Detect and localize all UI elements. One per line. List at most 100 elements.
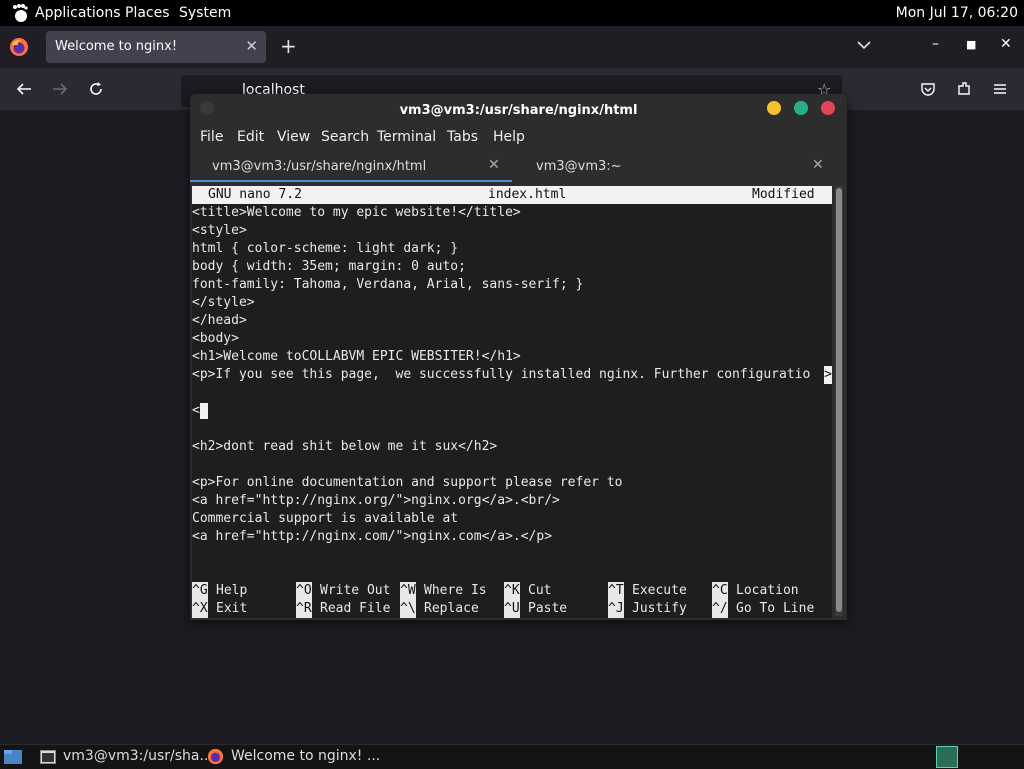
terminal-menubar: File Edit View Search Terminal Tabs Help bbox=[190, 124, 847, 150]
menu-file[interactable]: File bbox=[200, 129, 223, 145]
bottom-panel: vm3@vm3:/usr/sha... Welcome to nginx! ..… bbox=[0, 744, 1024, 769]
show-desktop-icon[interactable] bbox=[3, 748, 23, 766]
terminal-scrollbar[interactable] bbox=[835, 186, 843, 616]
forward-icon[interactable] bbox=[51, 80, 69, 98]
shortcut-label: Where Is bbox=[424, 583, 487, 598]
shortcut-key: ^X bbox=[192, 600, 208, 618]
browser-tab-bar: Welcome to nginx! ✕ + – ■ ✕ bbox=[0, 26, 1024, 68]
shortcut-label: Read File bbox=[320, 601, 391, 616]
shortcut-label: Help bbox=[216, 583, 248, 598]
terminal-app-icon bbox=[40, 750, 56, 764]
firefox-icon bbox=[207, 748, 224, 765]
terminal-tab-label: vm3@vm3:/usr/share/nginx/html bbox=[212, 159, 427, 174]
nano-line[interactable]: html { color-scheme: light dark; } bbox=[192, 240, 458, 258]
menu-applications[interactable]: Applications bbox=[35, 5, 121, 21]
menu-help[interactable]: Help bbox=[493, 129, 525, 145]
nano-status: Modified bbox=[752, 187, 815, 202]
shortcut-label: Replace bbox=[424, 601, 479, 616]
reload-icon[interactable] bbox=[87, 80, 105, 98]
minimize-icon[interactable]: – bbox=[932, 36, 939, 52]
shortcut-key: ^T bbox=[608, 582, 624, 600]
menu-tabs[interactable]: Tabs bbox=[447, 129, 478, 145]
shortcut-key: ^R bbox=[296, 600, 312, 618]
nano-filename: index.html bbox=[488, 187, 567, 202]
taskbar-item-terminal[interactable]: vm3@vm3:/usr/sha... bbox=[63, 748, 213, 764]
pocket-icon[interactable] bbox=[919, 80, 937, 98]
menu-terminal[interactable]: Terminal bbox=[377, 129, 436, 145]
top-panel: Applications Places System Mon Jul 17, 0… bbox=[0, 0, 1024, 26]
gnome-foot-icon[interactable] bbox=[10, 3, 30, 23]
nano-line[interactable]: <p>If you see this page, we successfully… bbox=[192, 366, 810, 384]
menu-view[interactable]: View bbox=[277, 129, 310, 145]
nano-line[interactable]: </style> bbox=[192, 294, 255, 312]
new-tab-icon[interactable]: + bbox=[280, 34, 297, 58]
terminal-window: vm3@vm3:/usr/share/nginx/html File Edit … bbox=[190, 94, 847, 620]
shortcut-key: ^\ bbox=[400, 600, 416, 618]
line-overflow-marker: > bbox=[824, 366, 832, 384]
shortcut-label: Cut bbox=[528, 583, 552, 598]
terminal-tab[interactable]: vm3@vm3:~ ✕ bbox=[514, 152, 836, 182]
close-tab-icon[interactable]: ✕ bbox=[245, 37, 258, 55]
terminal-titlebar[interactable]: vm3@vm3:/usr/share/nginx/html bbox=[190, 94, 847, 124]
nano-version: GNU nano 7.2 bbox=[208, 187, 302, 202]
taskbar-item-firefox[interactable]: Welcome to nginx! ... bbox=[231, 748, 380, 764]
terminal-tab-active[interactable]: vm3@vm3:/usr/share/nginx/html ✕ bbox=[190, 152, 512, 182]
shortcut-label: Paste bbox=[528, 601, 568, 616]
terminal-tabs: vm3@vm3:/usr/share/nginx/html ✕ vm3@vm3:… bbox=[190, 152, 847, 182]
shortcut-label: Execute bbox=[632, 583, 687, 598]
shortcut-label: Go To Line bbox=[736, 601, 815, 616]
shortcut-label: Exit bbox=[216, 601, 248, 616]
shortcut-label: Location bbox=[736, 583, 799, 598]
text-cursor bbox=[199, 403, 208, 419]
shortcut-key: ^J bbox=[608, 600, 624, 618]
back-icon[interactable] bbox=[15, 80, 33, 98]
list-tabs-icon[interactable] bbox=[856, 37, 872, 53]
close-tab-icon[interactable]: ✕ bbox=[488, 157, 500, 173]
browser-tab-title: Welcome to nginx! bbox=[55, 39, 178, 54]
shortcut-label: Justify bbox=[632, 601, 687, 616]
terminal-tab-label: vm3@vm3:~ bbox=[536, 159, 622, 174]
maximize-icon[interactable]: ■ bbox=[966, 38, 976, 51]
nano-line[interactable]: <title>Welcome to my epic website!</titl… bbox=[192, 204, 521, 222]
firefox-icon bbox=[10, 38, 28, 56]
nano-line[interactable]: <a href="http://nginx.org/">nginx.org</a… bbox=[192, 492, 560, 510]
nano-line[interactable]: <h2>dont read shit below me it sux</h2> bbox=[192, 438, 497, 456]
close-window-icon[interactable]: ✕ bbox=[1000, 36, 1012, 52]
nano-editor[interactable]: GNU nano 7.2 index.html Modified <title>… bbox=[192, 186, 832, 618]
close-tab-icon[interactable]: ✕ bbox=[812, 157, 824, 173]
nano-line[interactable]: <h1>Welcome toCOLLABVM EPIC WEBSITER!</h… bbox=[192, 348, 521, 366]
minimize-button[interactable] bbox=[767, 101, 781, 115]
nano-line[interactable]: Commercial support is available at bbox=[192, 510, 458, 528]
shortcut-key: ^/ bbox=[712, 600, 728, 618]
nano-line[interactable]: body { width: 35em; margin: 0 auto; bbox=[192, 258, 466, 276]
hamburger-menu-icon[interactable] bbox=[991, 80, 1009, 98]
clock[interactable]: Mon Jul 17, 06:20 bbox=[896, 5, 1018, 21]
browser-tab[interactable]: Welcome to nginx! ✕ bbox=[46, 31, 266, 63]
menu-system[interactable]: System bbox=[179, 5, 231, 21]
nano-line[interactable]: font-family: Tahoma, Verdana, Arial, san… bbox=[192, 276, 583, 294]
menu-search[interactable]: Search bbox=[321, 129, 369, 145]
workspace-switcher[interactable] bbox=[936, 746, 958, 768]
shortcut-key: ^C bbox=[712, 582, 728, 600]
terminal-title: vm3@vm3:/usr/share/nginx/html bbox=[399, 103, 638, 118]
shortcut-key: ^K bbox=[504, 582, 520, 600]
shortcut-key: ^G bbox=[192, 582, 208, 600]
nano-line[interactable]: <a href="http://nginx.com/">nginx.com</a… bbox=[192, 528, 552, 546]
shortcut-key: ^W bbox=[400, 582, 416, 600]
nano-line[interactable]: <p>For online documentation and support … bbox=[192, 474, 622, 492]
nano-header: GNU nano 7.2 index.html Modified bbox=[192, 186, 832, 204]
scrollbar-thumb[interactable] bbox=[836, 188, 842, 612]
extensions-icon[interactable] bbox=[955, 80, 973, 98]
nano-line[interactable]: <body> bbox=[192, 330, 239, 348]
nano-line[interactable]: </head> bbox=[192, 312, 247, 330]
menu-edit[interactable]: Edit bbox=[237, 129, 264, 145]
nano-line[interactable]: < bbox=[192, 402, 208, 420]
menu-places[interactable]: Places bbox=[125, 5, 170, 21]
active-tab-indicator bbox=[190, 180, 512, 182]
shortcut-label: Write Out bbox=[320, 583, 391, 598]
nano-line[interactable]: <style> bbox=[192, 222, 247, 240]
close-button[interactable] bbox=[821, 101, 835, 115]
maximize-button[interactable] bbox=[794, 101, 808, 115]
shortcut-key: ^O bbox=[296, 582, 312, 600]
shortcut-key: ^U bbox=[504, 600, 520, 618]
